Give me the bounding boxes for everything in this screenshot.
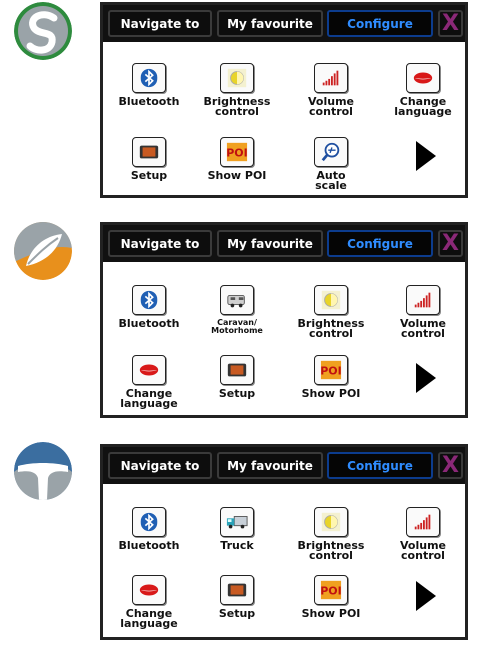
volume-control-label: Volume control [400,317,446,340]
lips-icon [406,63,440,93]
setup-label: Setup [218,607,256,620]
show-poi-label: Show POI [207,169,267,182]
change-language-label: Change language [394,95,452,118]
poi-icon [220,137,254,167]
volume-icon [314,63,348,93]
volume-control-label: Volume control [400,539,446,562]
truck-label: Truck [220,539,254,552]
brightness-icon [314,285,348,315]
setup-icon [220,575,254,605]
close-icon: X [442,10,459,36]
truck-button[interactable]: Truck [194,507,280,551]
next-page-arrow-icon[interactable] [416,363,436,393]
change-language-button[interactable]: Change language [380,63,466,117]
setup-label: Setup [218,387,256,400]
setup-button[interactable]: Setup [194,355,280,399]
green-s-logo [14,2,72,60]
blue-road-logo [14,442,72,500]
brightness-control-button[interactable]: Brightness control [288,507,374,561]
close-icon: X [442,452,459,478]
config-panel-2: Navigate to My favourite Configure X Blu… [100,222,468,418]
show-poi-label: Show POI [301,387,361,400]
brightness-control-label: Brightness control [203,95,271,118]
caravan-motorhome-button[interactable]: Caravan/ Motorhome [194,285,280,335]
change-language-button[interactable]: Change language [106,575,192,629]
top-nav-bar: Navigate to My favourite Configure X [103,225,465,262]
setup-button[interactable]: Setup [194,575,280,619]
next-page-arrow-icon[interactable] [416,581,436,611]
brightness-control-button[interactable]: Brightness control [288,285,374,339]
volume-icon [406,507,440,537]
orange-leaf-logo [14,222,72,280]
caravan-motorhome-label: Caravan/ Motorhome [211,318,263,335]
truck-icon [220,507,254,537]
poi-icon [314,575,348,605]
tab-my-favourite[interactable]: My favourite [217,230,323,257]
bluetooth-icon [132,507,166,537]
show-poi-button[interactable]: Show POI [288,355,374,399]
bluetooth-icon [132,63,166,93]
setup-icon [220,355,254,385]
setup-icon [132,137,166,167]
volume-control-button[interactable]: Volume control [288,63,374,117]
tab-my-favourite[interactable]: My favourite [217,10,323,37]
brightness-control-label: Brightness control [297,539,365,562]
config-panel-1: Navigate to My favourite Configure X Blu… [100,2,468,198]
close-button[interactable]: X [438,10,463,37]
brightness-icon [314,507,348,537]
top-nav-bar: Navigate to My favourite Configure X [103,5,465,42]
brightness-control-button[interactable]: Brightness control [194,63,280,117]
close-button[interactable]: X [438,230,463,257]
lips-icon [132,575,166,605]
tab-navigate-to[interactable]: Navigate to [108,452,212,479]
bluetooth-label: Bluetooth [118,95,180,108]
tab-navigate-to[interactable]: Navigate to [108,230,212,257]
show-poi-label: Show POI [301,607,361,620]
bluetooth-label: Bluetooth [118,317,180,330]
tab-configure[interactable]: Configure [327,230,433,257]
tab-configure[interactable]: Configure [327,452,433,479]
bluetooth-button[interactable]: Bluetooth [106,285,192,329]
bluetooth-button[interactable]: Bluetooth [106,63,192,107]
top-nav-bar: Navigate to My favourite Configure X [103,447,465,484]
auto-scale-icon [314,137,348,167]
bluetooth-label: Bluetooth [118,539,180,552]
setup-button[interactable]: Setup [106,137,192,181]
tab-configure[interactable]: Configure [327,10,433,37]
show-poi-button[interactable]: Show POI [288,575,374,619]
brightness-icon [220,63,254,93]
auto-scale-button[interactable]: Auto scale [288,137,374,191]
close-icon: X [442,230,459,256]
setup-label: Setup [130,169,168,182]
lips-icon [132,355,166,385]
volume-control-button[interactable]: Volume control [380,285,466,339]
show-poi-button[interactable]: Show POI [194,137,280,181]
tab-navigate-to[interactable]: Navigate to [108,10,212,37]
next-page-arrow-icon[interactable] [416,141,436,171]
change-language-button[interactable]: Change language [106,355,192,409]
config-panel-3: Navigate to My favourite Configure X Blu… [100,444,468,640]
volume-control-label: Volume control [308,95,354,118]
brightness-control-label: Brightness control [297,317,365,340]
volume-control-button[interactable]: Volume control [380,507,466,561]
bluetooth-button[interactable]: Bluetooth [106,507,192,551]
change-language-label: Change language [120,387,178,410]
bluetooth-icon [132,285,166,315]
close-button[interactable]: X [438,452,463,479]
auto-scale-label: Auto scale [315,169,347,192]
change-language-label: Change language [120,607,178,630]
caravan-icon [220,285,254,315]
tab-my-favourite[interactable]: My favourite [217,452,323,479]
volume-icon [406,285,440,315]
poi-icon [314,355,348,385]
